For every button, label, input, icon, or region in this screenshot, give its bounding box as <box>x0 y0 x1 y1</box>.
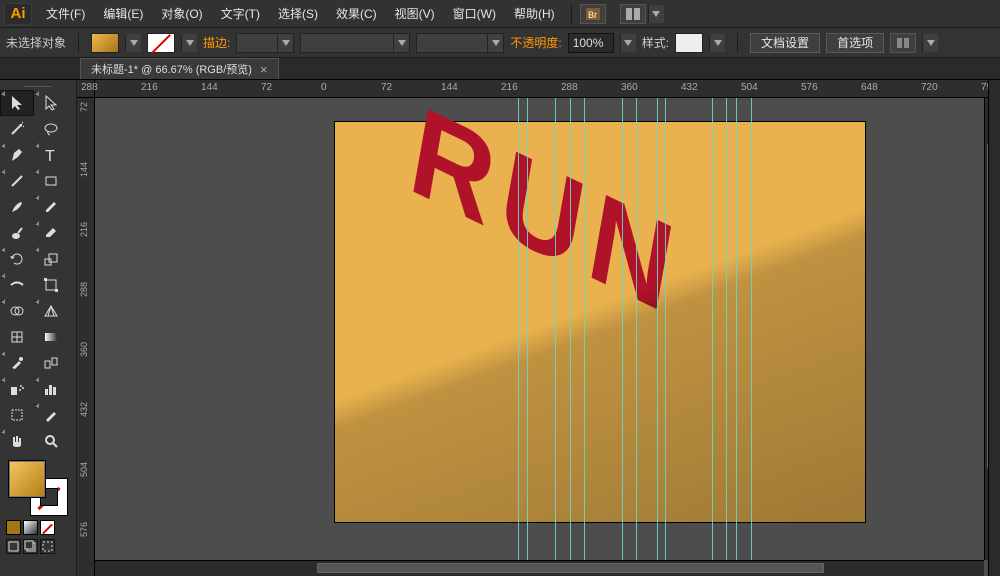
control-bar: 未选择对象 描边: 不透明度: 样式: 文档设置 首选项 <box>0 28 1000 58</box>
stroke-label: 描边: <box>203 34 230 51</box>
blend-tool[interactable] <box>34 350 68 376</box>
column-graph-tool[interactable] <box>34 376 68 402</box>
style-dropdown[interactable] <box>709 34 725 52</box>
guide-vertical[interactable] <box>712 98 713 576</box>
selection-label: 未选择对象 <box>6 34 66 51</box>
gradient-tool[interactable] <box>34 324 68 350</box>
type-tool[interactable]: T <box>34 142 68 168</box>
draw-normal-button[interactable] <box>6 539 21 554</box>
opacity-dropdown[interactable] <box>620 34 636 52</box>
gradient-mode-button[interactable] <box>23 520 38 535</box>
guide-vertical[interactable] <box>518 98 519 576</box>
opacity-input[interactable] <box>568 33 614 53</box>
collapsed-panels[interactable] <box>988 80 1000 576</box>
pen-tool[interactable] <box>0 142 34 168</box>
pencil-tool[interactable] <box>34 194 68 220</box>
menu-effect[interactable]: 效果(C) <box>328 1 385 26</box>
hand-tool[interactable] <box>0 428 34 454</box>
menu-select[interactable]: 选择(S) <box>270 1 326 26</box>
preferences-button[interactable]: 首选项 <box>826 33 884 53</box>
guide-vertical[interactable] <box>527 98 528 576</box>
mesh-tool[interactable] <box>0 324 34 350</box>
lasso-tool[interactable] <box>34 116 68 142</box>
guide-vertical[interactable] <box>665 98 666 576</box>
menu-file[interactable]: 文件(F) <box>38 1 93 26</box>
style-label: 样式: <box>642 34 669 51</box>
style-swatch[interactable] <box>675 33 703 53</box>
zoom-tool[interactable] <box>34 428 68 454</box>
blob-brush-tool[interactable] <box>0 220 34 246</box>
draw-behind-button[interactable] <box>23 539 38 554</box>
guide-vertical[interactable] <box>584 98 585 576</box>
opacity-label: 不透明度: <box>510 34 561 51</box>
free-transform-tool[interactable] <box>34 272 68 298</box>
scrollbar-horizontal[interactable] <box>95 560 984 576</box>
document-tab-title: 未标题-1* @ 66.67% (RGB/预览) <box>91 61 252 77</box>
guide-vertical[interactable] <box>751 98 752 576</box>
svg-text:Br: Br <box>588 10 597 20</box>
menu-object[interactable]: 对象(O) <box>153 1 210 26</box>
toolbox: T <box>0 80 77 576</box>
slice-tool[interactable] <box>34 402 68 428</box>
guide-vertical[interactable] <box>657 98 658 576</box>
artboard-tool[interactable] <box>0 402 34 428</box>
menu-view[interactable]: 视图(V) <box>387 1 443 26</box>
eraser-tool[interactable] <box>34 220 68 246</box>
document-tabstrip: 未标题-1* @ 66.67% (RGB/预览) × <box>0 58 1000 80</box>
document-setup-button[interactable]: 文档设置 <box>750 33 820 53</box>
svg-text:T: T <box>45 148 55 163</box>
scale-tool[interactable] <box>34 246 68 272</box>
app-logo: Ai <box>4 3 32 25</box>
paintbrush-tool[interactable] <box>0 194 34 220</box>
guide-vertical[interactable] <box>555 98 556 576</box>
draw-inside-button[interactable] <box>40 539 55 554</box>
line-segment-tool[interactable] <box>0 168 34 194</box>
stroke-swatch[interactable] <box>147 33 175 53</box>
document-tab[interactable]: 未标题-1* @ 66.67% (RGB/预览) × <box>80 58 279 79</box>
perspective-grid-tool[interactable] <box>34 298 68 324</box>
brush-field[interactable] <box>416 33 504 53</box>
menu-type[interactable]: 文字(T) <box>213 1 268 26</box>
selection-tool[interactable] <box>0 90 34 116</box>
workspace-dropdown[interactable] <box>922 34 938 52</box>
menu-window[interactable]: 窗口(W) <box>445 1 504 26</box>
guide-vertical[interactable] <box>622 98 623 576</box>
canvas-area: 2882161447207214421628836043250457664872… <box>77 80 1000 576</box>
stroke-profile-field[interactable] <box>300 33 410 53</box>
symbol-sprayer-tool[interactable] <box>0 376 34 402</box>
vertical-ruler[interactable]: 72144216288360432504576648 <box>77 98 95 576</box>
shape-builder-tool[interactable] <box>0 298 34 324</box>
artboard[interactable]: RUN <box>335 122 865 522</box>
workspace-icon-button[interactable] <box>890 33 916 53</box>
guide-vertical[interactable] <box>570 98 571 576</box>
stroke-swatch-dropdown[interactable] <box>181 34 197 52</box>
guide-vertical[interactable] <box>636 98 637 576</box>
arrange-documents-dropdown[interactable] <box>648 5 664 23</box>
stroke-weight-field[interactable] <box>236 33 294 53</box>
menu-edit[interactable]: 编辑(E) <box>95 1 151 26</box>
width-tool[interactable] <box>0 272 34 298</box>
rectangle-tool[interactable] <box>34 168 68 194</box>
fill-dropdown[interactable] <box>125 34 141 52</box>
arrange-documents-button[interactable] <box>620 4 646 24</box>
menu-help[interactable]: 帮助(H) <box>506 1 563 26</box>
close-icon[interactable]: × <box>260 63 268 76</box>
document-stage[interactable]: RUN <box>95 98 1000 576</box>
bridge-button[interactable]: Br <box>580 4 606 24</box>
fill-stroke-swatches[interactable] <box>8 460 68 516</box>
guide-vertical[interactable] <box>736 98 737 576</box>
eyedropper-tool[interactable] <box>0 350 34 376</box>
app-menubar: Ai 文件(F) 编辑(E) 对象(O) 文字(T) 选择(S) 效果(C) 视… <box>0 0 1000 28</box>
magic-wand-tool[interactable] <box>0 116 34 142</box>
none-mode-button[interactable] <box>40 520 55 535</box>
fill-swatch[interactable] <box>91 33 119 53</box>
rotate-tool[interactable] <box>0 246 34 272</box>
horizontal-ruler[interactable]: 2882161447207214421628836043250457664872… <box>95 80 1000 98</box>
color-mode-button[interactable] <box>6 520 21 535</box>
direct-selection-tool[interactable] <box>34 90 68 116</box>
artwork-shade <box>335 122 865 522</box>
guide-vertical[interactable] <box>726 98 727 576</box>
